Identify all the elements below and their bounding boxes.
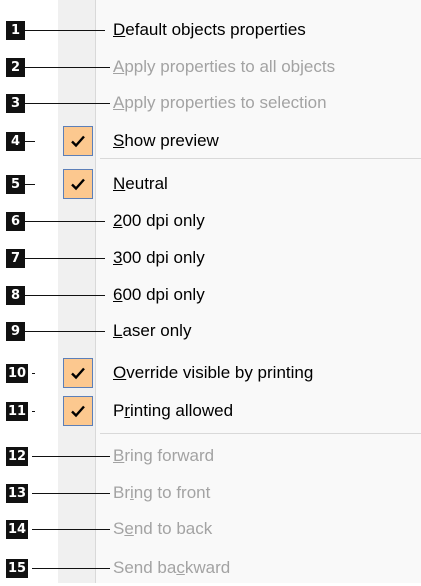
menu-item-default-objects-properties[interactable]: Default objects properties [58, 12, 421, 48]
callout-number: 11 [6, 402, 29, 421]
callout-leader-line [32, 456, 110, 457]
menu-item-override-visible-by-printing[interactable]: Override visible by printing [58, 355, 421, 391]
menu-item-label: Send to back [113, 519, 213, 538]
menu-item-send-to-back: Send to back [58, 511, 421, 547]
menu-item-label: 300 dpi only [113, 248, 205, 267]
callout-number: 6 [6, 212, 25, 231]
callout: 8 [0, 277, 110, 313]
callout-number: 1 [6, 21, 25, 40]
menu-item-label: Send backward [113, 558, 231, 577]
menu-item-printing-allowed[interactable]: Printing allowed [58, 393, 421, 429]
callout: 7 [0, 240, 110, 276]
callout-number: 3 [6, 94, 25, 113]
callout: 6 [0, 203, 110, 239]
menu-item-label: Override visible by printing [113, 363, 314, 382]
callout-number: 15 [6, 559, 29, 578]
callout-leader-line [25, 331, 105, 332]
callout-number: 10 [6, 364, 29, 383]
callout: 4 [0, 123, 110, 159]
callout: 11 [0, 393, 110, 429]
menu-item-apply-properties-to-all-objects: Apply properties to all objects [58, 49, 421, 85]
menu-item-bring-forward: Bring forward [58, 438, 421, 474]
callout-number: 5 [6, 175, 25, 194]
menu-item-bring-to-front: Bring to front [58, 475, 421, 511]
callout-number: 13 [6, 484, 29, 503]
callout-leader-line [32, 373, 35, 374]
menu-item-show-preview[interactable]: Show preview [58, 123, 421, 159]
callout-leader-line [25, 103, 110, 104]
menu-item-label: 600 dpi only [113, 285, 205, 304]
callout-leader-line [25, 67, 110, 68]
callout-leader-line [25, 221, 105, 222]
callout: 14 [0, 511, 110, 547]
menu-item-send-backward: Send backward [58, 550, 421, 586]
callout-leader-line [32, 411, 35, 412]
menu-item-200-dpi-only[interactable]: 200 dpi only [58, 203, 421, 239]
menu-item-label: Neutral [113, 174, 168, 193]
callout-number: 14 [6, 520, 29, 539]
callout-leader-line [32, 568, 110, 569]
callout: 5 [0, 166, 110, 202]
callout: 15 [0, 550, 110, 586]
menu-item-label: Bring forward [113, 446, 215, 465]
menu-item-300-dpi-only[interactable]: 300 dpi only [58, 240, 421, 276]
menu-item-label: Apply properties to all objects [113, 57, 336, 76]
menu-item-label: Show preview [113, 131, 219, 150]
callout: 9 [0, 313, 110, 349]
menu-separator [100, 433, 421, 434]
callout: 3 [0, 85, 110, 121]
callout-leader-line [32, 493, 110, 494]
callout-leader-line [25, 295, 105, 296]
callout-leader-line [25, 141, 35, 142]
menu-item-laser-only[interactable]: Laser only [58, 313, 421, 349]
callout-number: 7 [6, 249, 25, 268]
callout-number: 9 [6, 322, 25, 341]
menu-item-label: Default objects properties [113, 20, 306, 39]
callout: 1 [0, 12, 110, 48]
callout: 13 [0, 475, 110, 511]
menu-item-label: Laser only [113, 321, 192, 340]
callout-number: 2 [6, 58, 25, 77]
callout-leader-line [25, 30, 105, 31]
menu-item-neutral[interactable]: Neutral [58, 166, 421, 202]
callout: 10 [0, 355, 110, 391]
menu-item-apply-properties-to-selection: Apply properties to selection [58, 85, 421, 121]
menu-item-600-dpi-only[interactable]: 600 dpi only [58, 277, 421, 313]
callout: 2 [0, 49, 110, 85]
menu-item-label: Bring to front [113, 483, 211, 502]
menu-item-label: Printing allowed [113, 401, 234, 420]
menu-item-label: 200 dpi only [113, 211, 205, 230]
menu-item-label: Apply properties to selection [113, 93, 327, 112]
callout-leader-line [25, 258, 105, 259]
callout-number: 8 [6, 286, 25, 305]
callout-leader-line [25, 184, 35, 185]
callout-number: 12 [6, 447, 29, 466]
callout-leader-line [32, 529, 110, 530]
callout: 12 [0, 438, 110, 474]
callout-number: 4 [6, 132, 25, 151]
